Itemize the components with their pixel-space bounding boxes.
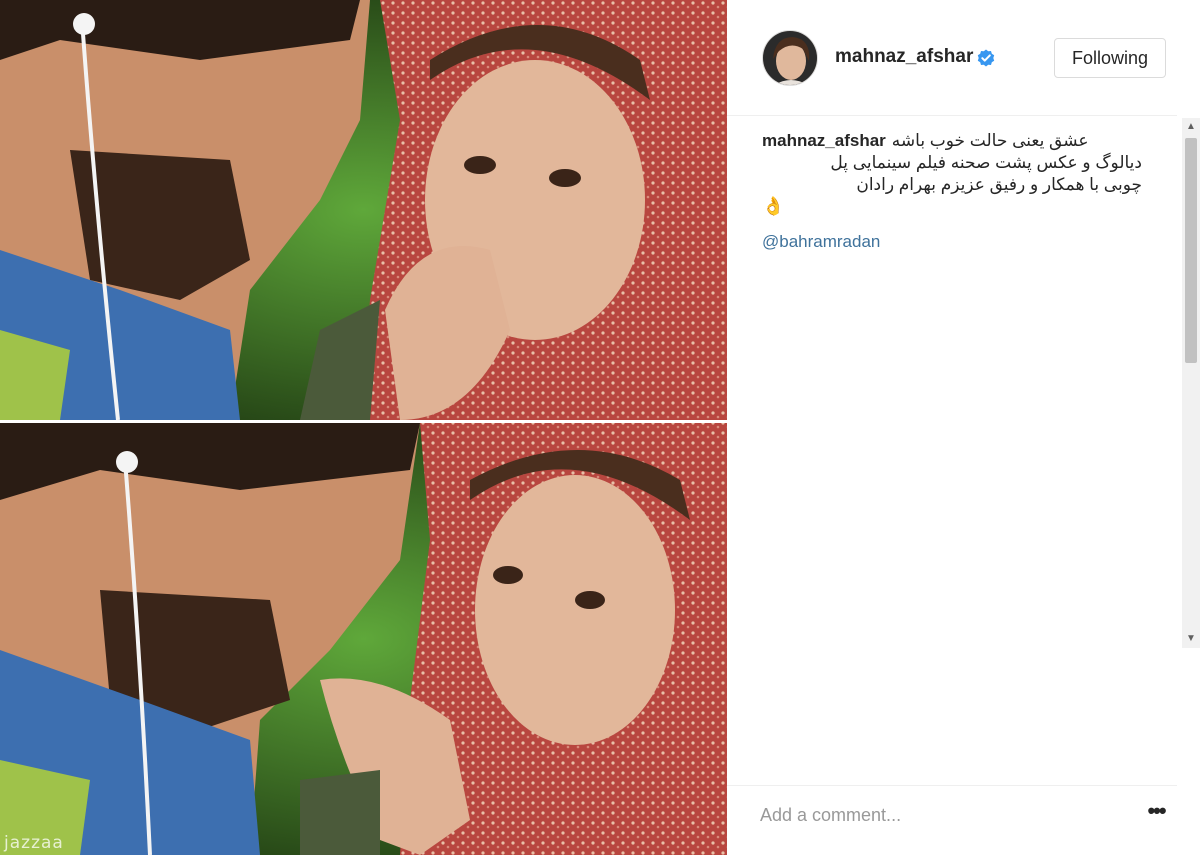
scroll-up-arrow-icon[interactable]: ▲ [1182,118,1200,136]
caption-line-3: چوبی با همکار و رفیق عزیزم بهرام رادان [856,175,1142,194]
post-photo-graphic [0,0,727,855]
verified-badge-icon [977,49,995,67]
following-button[interactable]: Following [1054,38,1166,78]
post-photo[interactable]: jazzaa [0,0,727,855]
caption-line-1: عشق یعنی حالت خوب باشه [891,131,1089,150]
avatar-image [763,31,817,85]
comment-bar: ••• [727,785,1177,846]
post-header: mahnaz_afshar Following [727,0,1177,116]
caption-line-2: دیالوگ و عکس پشت صحنه فیلم سینمایی پل [830,153,1142,172]
mention-link[interactable]: @bahramradan [762,232,880,252]
post-caption: mahnaz_afshar عشق یعنی حالت خوب باشه دیال… [762,130,1142,216]
header-username[interactable]: mahnaz_afshar [835,46,973,68]
add-comment-input[interactable] [760,800,1100,830]
watermark-text: jazzaa [4,833,64,853]
scroll-thumb[interactable] [1185,138,1197,363]
more-options-icon[interactable]: ••• [1142,800,1170,828]
scroll-down-arrow-icon[interactable]: ▼ [1182,630,1200,648]
ok-hand-emoji: 👌 [762,196,785,216]
avatar[interactable] [762,30,818,86]
caption-username[interactable]: mahnaz_afshar [762,131,886,150]
post-sidebar: mahnaz_afshar Following mahnaz_afshar عشق… [727,0,1200,855]
caption-scrollbar[interactable]: ▲ ▼ [1182,118,1200,648]
